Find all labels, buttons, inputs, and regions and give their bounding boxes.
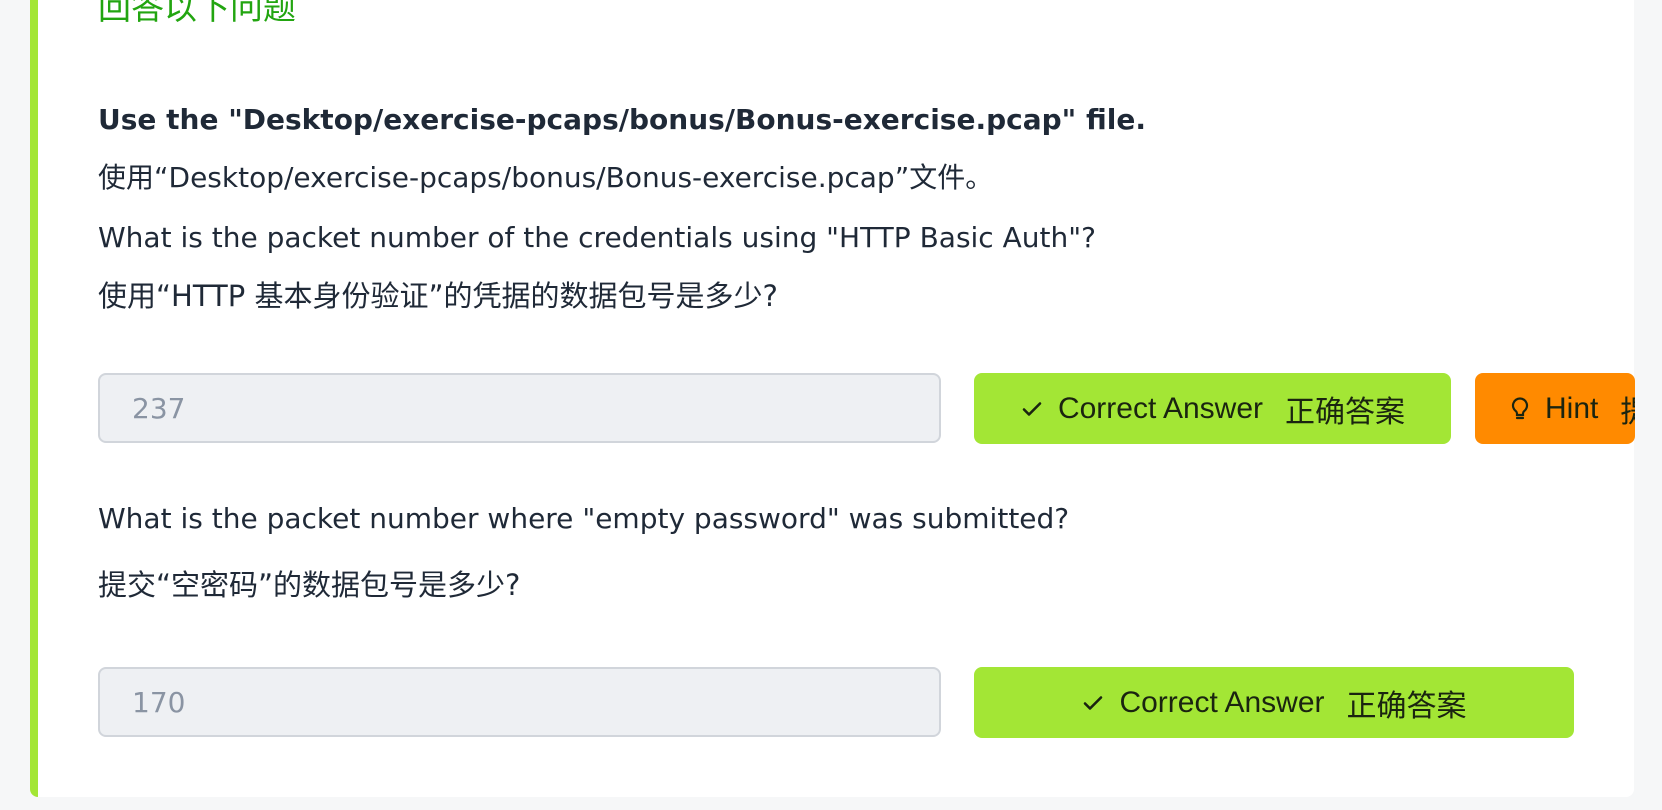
correct-answer-label-zh: 正确答案 [1346, 689, 1467, 723]
check-icon [1020, 397, 1044, 421]
section-title: 回答以下问题 [98, 0, 296, 27]
answer-1-input[interactable] [98, 373, 941, 443]
correct-answer-label-zh: 正确答案 [1285, 395, 1406, 429]
question-2-en: What is the packet number where "empty p… [98, 502, 1070, 535]
correct-answer-label-en: Correct Answer [1119, 685, 1325, 719]
file-instruction-en: Use the "Desktop/exercise-pcaps/bonus/Bo… [98, 103, 1146, 136]
hint-button[interactable]: Hint 提 [1475, 373, 1635, 444]
hint-label-zh: 提 [1620, 387, 1635, 431]
correct-answer-label-en: Correct Answer [1057, 391, 1264, 425]
lightbulb-icon [1509, 396, 1531, 422]
correct-answer-1-button[interactable]: Correct Answer 正确答案 [974, 373, 1451, 444]
hint-label: Hint [1545, 391, 1599, 425]
check-icon [1081, 691, 1105, 715]
question-1-zh: 使用“HTTP 基本身份验证”的凭据的数据包号是多少? [98, 279, 778, 313]
answer-2-input[interactable] [98, 667, 941, 737]
question-1-en: What is the packet number of the credent… [98, 221, 1096, 254]
question-2-zh: 提交“空密码”的数据包号是多少? [98, 568, 521, 602]
file-instruction-zh: 使用“Desktop/exercise-pcaps/bonus/Bonus-ex… [98, 161, 994, 194]
correct-answer-2-button[interactable]: Correct Answer 正确答案 [974, 667, 1574, 738]
